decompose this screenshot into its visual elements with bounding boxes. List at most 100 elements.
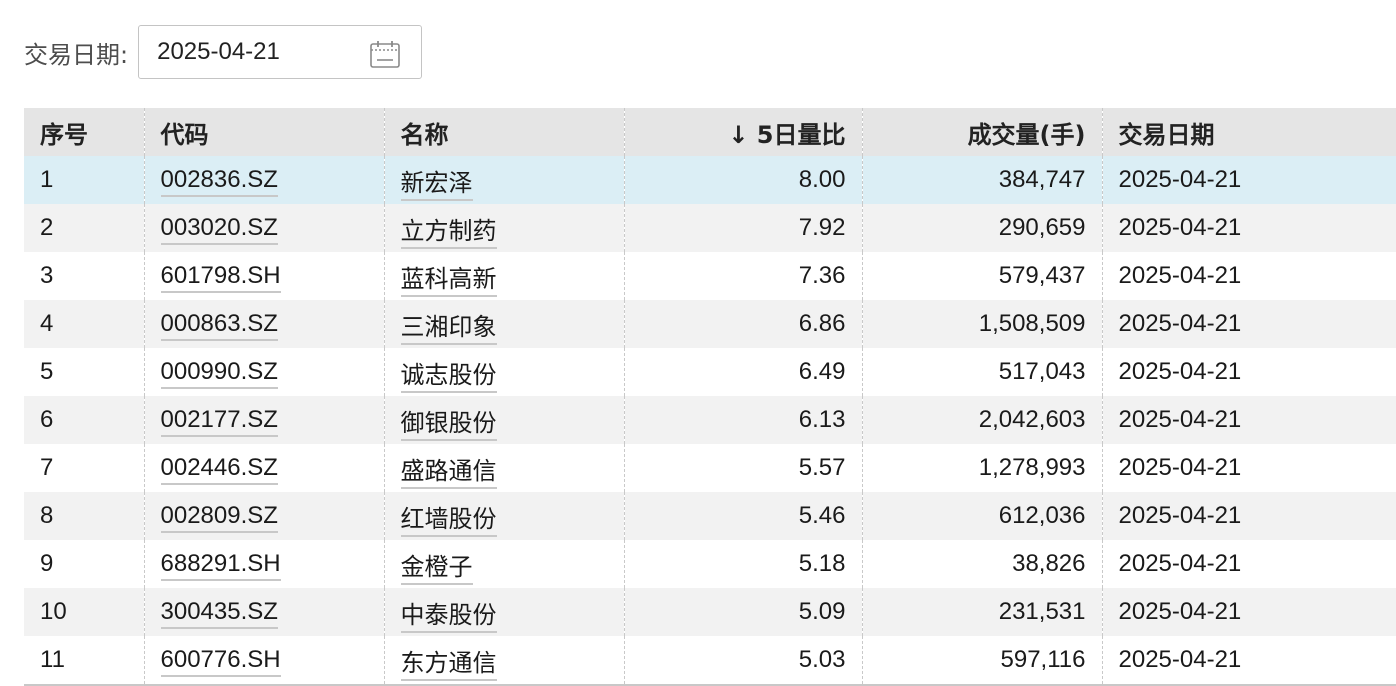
- cell-date: 2025-04-21: [1102, 300, 1396, 348]
- table-cell: 002177.SZ: [144, 396, 385, 444]
- cell-no: 11: [24, 636, 145, 684]
- cell-no: 8: [24, 492, 145, 540]
- cell-ratio: 8.00: [624, 156, 863, 204]
- stock-name-link[interactable]: 中泰股份: [400, 601, 497, 633]
- cell-ratio: 5.03: [624, 636, 863, 684]
- col-header-code[interactable]: 代码: [144, 108, 385, 156]
- table-cell: 盛路通信: [384, 444, 625, 492]
- stock-name-link[interactable]: 蓝科高新: [400, 265, 497, 297]
- table-row[interactable]: 4 000863.SZ 三湘印象 6.86 1,508,509 2025-04-21: [24, 300, 1396, 348]
- cell-volume: 384,747: [862, 156, 1103, 204]
- cell-no: 7: [24, 444, 145, 492]
- stock-name-link[interactable]: 金橙子: [400, 553, 473, 585]
- cell-date: 2025-04-21: [1102, 204, 1396, 252]
- cell-no: 2: [24, 204, 145, 252]
- table-cell: 688291.SH: [144, 540, 385, 588]
- cell-volume: 597,116: [862, 636, 1103, 684]
- cell-ratio: 5.57: [624, 444, 863, 492]
- stock-name-link[interactable]: 盛路通信: [400, 457, 497, 489]
- table-cell: 御银股份: [384, 396, 625, 444]
- stock-code-link[interactable]: 600776.SH: [160, 646, 281, 677]
- cell-volume: 231,531: [862, 588, 1103, 636]
- date-filter-label: 交易日期:: [24, 40, 129, 69]
- col-header-no[interactable]: 序号: [24, 108, 145, 156]
- cell-date: 2025-04-21: [1102, 444, 1396, 492]
- cell-date: 2025-04-21: [1102, 588, 1396, 636]
- date-picker-value: 2025-04-21: [157, 38, 280, 65]
- stock-code-link[interactable]: 002446.SZ: [160, 454, 278, 485]
- table-cell: 诚志股份: [384, 348, 625, 396]
- table-row[interactable]: 8 002809.SZ 红墙股份 5.46 612,036 2025-04-21: [24, 492, 1396, 540]
- table-cell: 新宏泽: [384, 156, 625, 204]
- cell-date: 2025-04-21: [1102, 156, 1396, 204]
- table-row[interactable]: 6 002177.SZ 御银股份 6.13 2,042,603 2025-04-21: [24, 396, 1396, 444]
- table-row[interactable]: 7 002446.SZ 盛路通信 5.57 1,278,993 2025-04-21: [24, 444, 1396, 492]
- stock-code-link[interactable]: 601798.SH: [160, 262, 281, 293]
- stock-name-link[interactable]: 诚志股份: [400, 361, 497, 393]
- cell-volume: 579,437: [862, 252, 1103, 300]
- table-cell: 立方制药: [384, 204, 625, 252]
- table-row[interactable]: 9 688291.SH 金橙子 5.18 38,826 2025-04-21: [24, 540, 1396, 588]
- stock-code-link[interactable]: 002177.SZ: [160, 406, 278, 437]
- table-row[interactable]: 3 601798.SH 蓝科高新 7.36 579,437 2025-04-21: [24, 252, 1396, 300]
- cell-volume: 2,042,603: [862, 396, 1103, 444]
- stock-name-link[interactable]: 东方通信: [400, 649, 497, 681]
- table-cell: 600776.SH: [144, 636, 385, 684]
- cell-no: 6: [24, 396, 145, 444]
- stock-name-link[interactable]: 立方制药: [400, 217, 497, 249]
- stock-code-link[interactable]: 002836.SZ: [160, 166, 278, 197]
- calendar-icon[interactable]: [369, 39, 401, 69]
- table-row[interactable]: 1 002836.SZ 新宏泽 8.00 384,747 2025-04-21: [24, 156, 1396, 204]
- cell-volume: 1,508,509: [862, 300, 1103, 348]
- date-picker-input[interactable]: 2025-04-21: [138, 25, 423, 79]
- table-cell: 601798.SH: [144, 252, 385, 300]
- stock-name-link[interactable]: 红墙股份: [400, 505, 497, 537]
- col-header-volume[interactable]: 成交量(手): [862, 108, 1103, 156]
- table-cell: 300435.SZ: [144, 588, 385, 636]
- date-filter: 交易日期: 2025-04-21: [24, 24, 423, 80]
- stock-name-link[interactable]: 御银股份: [400, 409, 497, 441]
- stock-code-link[interactable]: 000990.SZ: [160, 358, 278, 389]
- stock-name-link[interactable]: 新宏泽: [400, 169, 473, 201]
- cell-ratio: 6.86: [624, 300, 863, 348]
- cell-no: 3: [24, 252, 145, 300]
- cell-date: 2025-04-21: [1102, 636, 1396, 684]
- cell-date: 2025-04-21: [1102, 252, 1396, 300]
- col-header-name[interactable]: 名称: [384, 108, 625, 156]
- table-cell: 红墙股份: [384, 492, 625, 540]
- cell-date: 2025-04-21: [1102, 540, 1396, 588]
- stock-code-link[interactable]: 002809.SZ: [160, 502, 278, 533]
- stock-code-link[interactable]: 003020.SZ: [160, 214, 278, 245]
- table-cell: 三湘印象: [384, 300, 625, 348]
- cell-ratio: 6.13: [624, 396, 863, 444]
- table-cell: 002446.SZ: [144, 444, 385, 492]
- table-cell: 金橙子: [384, 540, 625, 588]
- table-cell: 中泰股份: [384, 588, 625, 636]
- cell-volume: 612,036: [862, 492, 1103, 540]
- table-row[interactable]: 10 300435.SZ 中泰股份 5.09 231,531 2025-04-21: [24, 588, 1396, 636]
- col-header-date[interactable]: 交易日期: [1102, 108, 1396, 156]
- stock-name-link[interactable]: 三湘印象: [400, 313, 497, 345]
- stock-code-link[interactable]: 688291.SH: [160, 550, 281, 581]
- stock-code-link[interactable]: 000863.SZ: [160, 310, 278, 341]
- stock-table: 序号 代码 名称 ↓ 5日量比 成交量(手) 交易日期 1 002836.SZ 新宏…: [24, 108, 1396, 684]
- stock-code-link[interactable]: 300435.SZ: [160, 598, 278, 629]
- cell-no: 1: [24, 156, 145, 204]
- cell-no: 9: [24, 540, 145, 588]
- cell-ratio: 5.18: [624, 540, 863, 588]
- cell-date: 2025-04-21: [1102, 492, 1396, 540]
- cell-ratio: 6.49: [624, 348, 863, 396]
- table-cell: 东方通信: [384, 636, 625, 684]
- cell-no: 10: [24, 588, 145, 636]
- table-row[interactable]: 2 003020.SZ 立方制药 7.92 290,659 2025-04-21: [24, 204, 1396, 252]
- table-row[interactable]: 11 600776.SH 东方通信 5.03 597,116 2025-04-21: [24, 636, 1396, 684]
- cell-ratio: 7.36: [624, 252, 863, 300]
- cell-volume: 290,659: [862, 204, 1103, 252]
- col-header-ratio-sorted[interactable]: ↓ 5日量比: [624, 108, 863, 156]
- table-row[interactable]: 5 000990.SZ 诚志股份 6.49 517,043 2025-04-21: [24, 348, 1396, 396]
- table-cell: 003020.SZ: [144, 204, 385, 252]
- table-cell: 000990.SZ: [144, 348, 385, 396]
- cell-ratio: 5.09: [624, 588, 863, 636]
- cell-no: 4: [24, 300, 145, 348]
- table-cell: 000863.SZ: [144, 300, 385, 348]
